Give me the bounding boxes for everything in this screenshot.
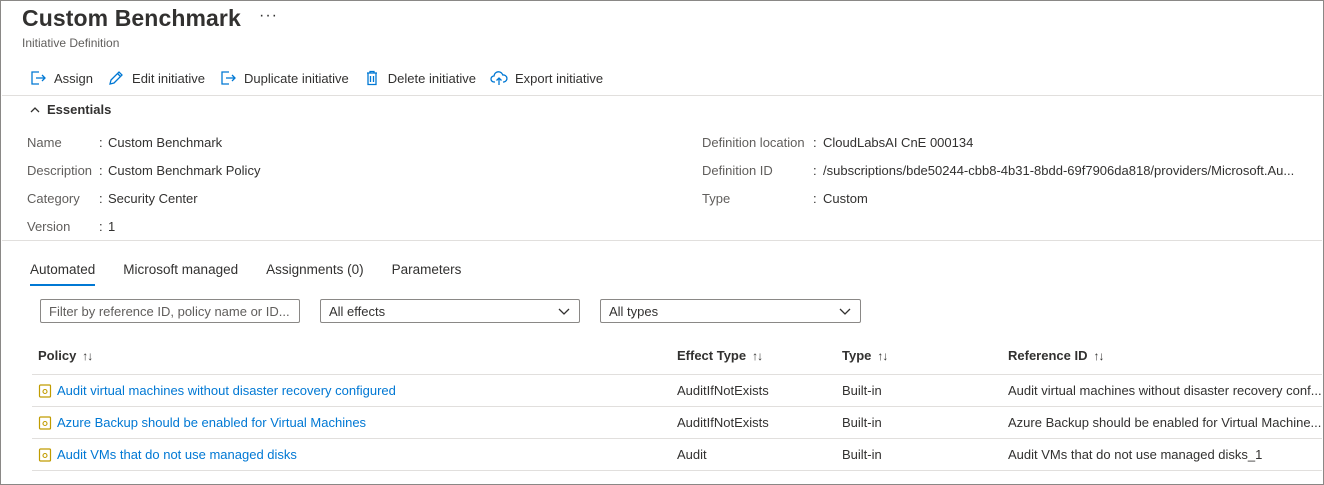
essentials-category-label: Category [27,191,80,206]
essentials-separator: : [99,191,103,206]
policy-name: Audit VMs that do not use managed disks [57,447,297,462]
assign-button[interactable]: Assign [29,69,93,87]
essentials-description-row: Description : Custom Benchmark Policy [27,163,260,178]
duplicate-initiative-button[interactable]: Duplicate initiative [219,69,349,87]
essentials-separator: : [813,135,817,150]
essentials-divider [2,240,1322,241]
policy-name: Azure Backup should be enabled for Virtu… [57,415,367,430]
column-header-reference-id-label: Reference ID [1008,348,1088,363]
sort-icon: ↑↓ [877,348,888,363]
assign-icon [31,71,46,85]
type-cell: Built-in [842,447,882,462]
policy-icon [38,415,52,430]
duplicate-initiative-label: Duplicate initiative [244,70,349,86]
essentials-category-value: Security Center [108,191,198,206]
column-header-effect-type-label: Effect Type [677,348,747,363]
column-header-policy[interactable]: Policy ↑↓ [38,348,93,363]
essentials-separator: : [99,219,103,234]
cloud-upload-icon [490,71,508,85]
essentials-description-value: Custom Benchmark Policy [108,163,261,178]
essentials-separator: : [813,163,817,178]
reference-id-cell: Audit virtual machines without disaster … [1008,383,1322,398]
essentials-separator: : [813,191,817,206]
table-row: Audit VMs that do not use managed disks … [32,438,1322,470]
reference-id-cell: Azure Backup should be enabled for Virtu… [1008,415,1322,430]
sort-icon: ↑↓ [82,348,93,363]
policy-link[interactable]: Azure Backup should be enabled for Virtu… [38,415,366,430]
essentials-type-row: Type : Custom [702,191,868,206]
edit-initiative-button[interactable]: Edit initiative [107,69,205,87]
essentials-name-value: Custom Benchmark [108,135,223,150]
export-initiative-label: Export initiative [514,70,604,86]
sort-icon: ↑↓ [1093,348,1104,363]
policy-icon [38,447,52,462]
effects-dropdown-value: All effects [329,303,386,319]
command-bar: Assign Edit initiative Duplicate initiat… [29,67,617,89]
page-frame: Custom Benchmark ··· Initiative Definiti… [0,0,1324,485]
column-header-type-label: Type [842,348,872,363]
assign-label: Assign [54,70,94,86]
chevron-down-icon [839,308,851,315]
pencil-icon [109,71,123,85]
policy-link[interactable]: Audit virtual machines without disaster … [38,383,396,398]
tab-parameters[interactable]: Parameters [392,262,462,285]
type-cell: Built-in [842,415,882,430]
toolbar-divider [2,95,1322,96]
effect-type-cell: Audit [677,447,707,462]
essentials-name-label: Name [27,135,62,150]
effect-type-cell: AuditIfNotExists [677,415,769,430]
table-row: Azure Backup should be enabled for Virtu… [32,406,1322,438]
chevron-up-icon [30,106,40,112]
filter-search-input[interactable] [40,299,300,323]
essentials-toggle[interactable]: Essentials [29,102,111,117]
page-title: Custom Benchmark [22,5,241,31]
essentials-type-value: Custom [823,191,868,206]
types-dropdown[interactable]: All types [600,299,861,323]
essentials-type-label: Type [702,191,731,206]
column-header-effect-type[interactable]: Effect Type ↑↓ [677,348,763,363]
essentials-location-label: Definition location [702,135,805,150]
table-row: Audit virtual machines without disaster … [32,374,1322,406]
delete-initiative-button[interactable]: Delete initiative [363,69,476,87]
essentials-version-row: Version : 1 [27,219,115,234]
tab-automated[interactable]: Automated [30,262,96,286]
essentials-location-value: CloudLabsAI CnE 000134 [823,135,974,150]
essentials-version-label: Version [27,219,71,234]
effects-dropdown[interactable]: All effects [320,299,580,323]
tab-assignments[interactable]: Assignments (0) [266,262,364,285]
more-actions-button[interactable]: ··· [259,7,278,25]
essentials-location-row: Definition location : CloudLabsAI CnE 00… [702,135,973,150]
types-dropdown-value: All types [609,303,659,319]
sort-icon: ↑↓ [752,348,763,363]
essentials-description-label: Description [27,163,93,178]
essentials-separator: : [99,135,103,150]
essentials-definition-id-label: Definition ID [702,163,773,178]
effect-type-cell: AuditIfNotExists [677,383,769,398]
essentials-definition-id-value: /subscriptions/bde50244-cbb8-4b31-8bdd-6… [823,163,1295,178]
page-subtitle: Initiative Definition [22,36,120,50]
trash-icon [366,70,377,86]
tab-microsoft-managed[interactable]: Microsoft managed [123,262,238,285]
delete-initiative-label: Delete initiative [387,70,476,86]
essentials-category-row: Category : Security Center [27,191,198,206]
essentials-name-row: Name : Custom Benchmark [27,135,222,150]
export-initiative-button[interactable]: Export initiative [490,69,603,87]
type-cell: Built-in [842,383,882,398]
table-bottom-divider [32,470,1322,471]
chevron-down-icon [558,308,570,315]
column-header-policy-label: Policy [38,348,77,363]
column-header-reference-id[interactable]: Reference ID ↑↓ [1008,348,1104,363]
policy-name: Audit virtual machines without disaster … [57,383,396,398]
essentials-definition-id-row: Definition ID : /subscriptions/bde50244-… [702,163,1294,178]
tab-bar: Automated Microsoft managed Assignments … [30,262,489,286]
essentials-separator: : [99,163,103,178]
column-header-type[interactable]: Type ↑↓ [842,348,888,363]
essentials-label: Essentials [47,102,112,117]
policy-link[interactable]: Audit VMs that do not use managed disks [38,447,297,462]
essentials-version-value: 1 [108,219,116,234]
duplicate-icon [221,71,236,85]
reference-id-cell: Audit VMs that do not use managed disks_… [1008,447,1263,462]
edit-initiative-label: Edit initiative [132,70,206,86]
policy-icon [38,383,52,398]
